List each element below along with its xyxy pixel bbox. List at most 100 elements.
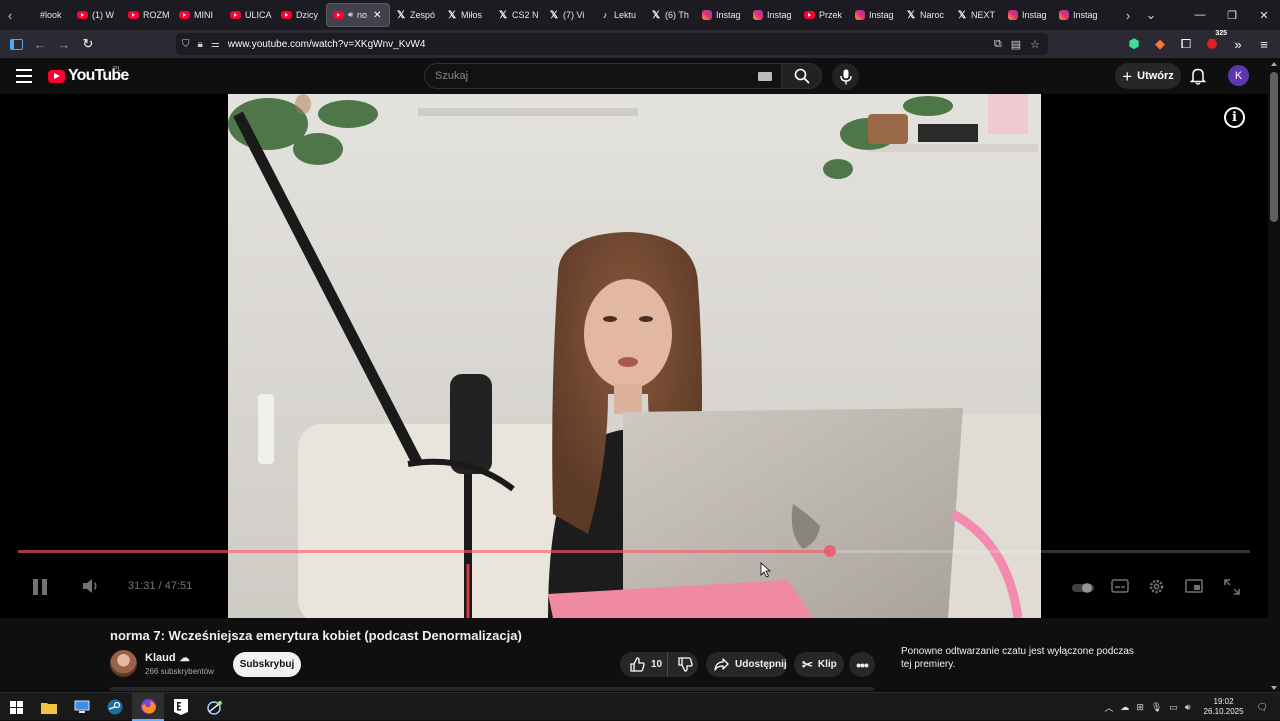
- fox-extension-icon[interactable]: ◆: [1150, 32, 1170, 56]
- browser-tab[interactable]: ROZM: [122, 3, 173, 27]
- channel-name[interactable]: Klaud: [145, 652, 176, 664]
- video-player[interactable]: i 31:31 / 47:51: [0, 94, 1268, 618]
- pause-icon[interactable]: [32, 578, 48, 601]
- vpn-extension-icon[interactable]: ⬢: [1124, 32, 1144, 56]
- share-button[interactable]: Udostępnij: [706, 652, 787, 677]
- scroll-up-arrow-icon[interactable]: [1271, 62, 1277, 66]
- create-button[interactable]: + Utwórz: [1115, 63, 1181, 89]
- browser-tab[interactable]: 𝕏 NEXT: [951, 3, 1002, 27]
- channel-avatar[interactable]: [110, 650, 137, 677]
- browser-tab[interactable]: Instag: [747, 3, 798, 27]
- reader-view-icon[interactable]: ▤: [1011, 38, 1021, 51]
- minimize-icon[interactable]: —: [1184, 0, 1216, 30]
- app-menu-icon[interactable]: ≡: [1254, 32, 1274, 56]
- voice-search-button[interactable]: [832, 63, 859, 90]
- close-tab-icon[interactable]: ✕: [373, 10, 381, 21]
- steam-icon[interactable]: [99, 693, 131, 721]
- browser-tab[interactable]: Instag: [849, 3, 900, 27]
- theater-mode-icon[interactable]: [1185, 579, 1203, 598]
- network-ethernet-icon[interactable]: ⊞: [1136, 702, 1144, 713]
- info-icon[interactable]: i: [1224, 107, 1245, 128]
- fullscreen-icon[interactable]: [1224, 579, 1240, 600]
- extensions-puzzle-icon[interactable]: ⧠: [1176, 32, 1196, 56]
- browser-tab[interactable]: Instag: [696, 3, 747, 27]
- browser-tab[interactable]: 𝕏 (6) Th: [645, 3, 696, 27]
- page-scrollbar[interactable]: [1268, 58, 1280, 692]
- browser-tab-label: Zespó: [410, 10, 436, 20]
- search-button[interactable]: [781, 63, 822, 89]
- scrubber-handle[interactable]: [823, 545, 836, 557]
- restore-icon[interactable]: ❐: [1216, 0, 1248, 30]
- subtitles-icon[interactable]: [1111, 579, 1129, 598]
- bookmark-star-icon[interactable]: ☆: [1030, 38, 1040, 51]
- autoplay-toggle[interactable]: [1072, 581, 1094, 599]
- browser-tab[interactable]: ♪ Lektu: [594, 3, 645, 27]
- browser-tab[interactable]: 𝕏 (7) Vi: [543, 3, 594, 27]
- back-icon[interactable]: ←: [28, 32, 52, 56]
- browser-tab[interactable]: #look: [20, 3, 71, 27]
- clock[interactable]: 19:02 26.10.2025: [1204, 697, 1244, 717]
- like-button[interactable]: 10: [620, 652, 668, 677]
- tab-scroll-left-icon[interactable]: ‹: [0, 0, 20, 30]
- browser-tab[interactable]: Instag: [1002, 3, 1053, 27]
- scrollbar-thumb[interactable]: [1270, 72, 1278, 222]
- sidebar-toggle-icon[interactable]: [4, 32, 28, 56]
- address-bar[interactable]: ⛉ 🔒︎ ⚌ www.youtube.com/watch?v=XKgWnv_Kv…: [176, 33, 1048, 55]
- browser-tab[interactable]: Instag: [1053, 3, 1104, 27]
- file-explorer-icon[interactable]: [33, 693, 65, 721]
- tray-overflow-chevron-icon[interactable]: ︿: [1104, 701, 1113, 714]
- tab-list: #look (1) W ROZM MINI ULICA Dzicy 🔊︎ no ✕ 𝕏 Zespó 𝕏…: [20, 0, 1118, 30]
- tab-audio-playing-icon[interactable]: 🔊︎: [348, 10, 353, 20]
- browser-tab[interactable]: MINI: [173, 3, 224, 27]
- notifications-bell-icon[interactable]: [1189, 67, 1207, 90]
- settings-gear-icon[interactable]: [1148, 578, 1165, 600]
- windows-start-icon[interactable]: [0, 693, 32, 721]
- browser-tab[interactable]: Przek: [798, 3, 849, 27]
- description-box-edge[interactable]: [110, 687, 874, 691]
- browser-tab[interactable]: 𝕏 Zespó: [390, 3, 441, 27]
- microphone-tray-icon[interactable]: 🎙︎: [1151, 702, 1162, 713]
- search-box[interactable]: [424, 63, 782, 89]
- reload-icon[interactable]: ↻: [76, 32, 100, 56]
- overflow-chevron-icon[interactable]: »: [1228, 32, 1248, 56]
- firefox-icon[interactable]: [132, 693, 164, 721]
- search-input[interactable]: [435, 70, 745, 82]
- remote-desktop-icon[interactable]: [66, 693, 98, 721]
- guide-menu-icon[interactable]: [16, 69, 32, 83]
- browser-tab[interactable]: (1) W: [71, 3, 122, 27]
- tab-list-dropdown-icon[interactable]: ⌄: [1138, 0, 1164, 30]
- permissions-icon[interactable]: ⚌: [211, 39, 220, 50]
- browser-tab[interactable]: ULICA: [224, 3, 275, 27]
- extension-badge-count: 325: [1214, 30, 1228, 37]
- notification-center-icon[interactable]: 🗨︎: [1257, 702, 1268, 713]
- browser-tab[interactable]: Dzicy: [275, 3, 326, 27]
- dislike-button[interactable]: [668, 657, 693, 672]
- browser-tab[interactable]: 𝕏 Naroc: [900, 3, 951, 27]
- scroll-down-arrow-icon[interactable]: [1271, 686, 1277, 690]
- clip-button[interactable]: ✂ Klip: [794, 652, 844, 677]
- progress-bar[interactable]: [18, 545, 1250, 557]
- volume-icon[interactable]: [82, 578, 100, 599]
- keyboard-icon[interactable]: [758, 72, 772, 81]
- picture-in-picture-icon[interactable]: ⧉: [994, 38, 1002, 51]
- account-avatar[interactable]: K: [1228, 65, 1249, 86]
- browser-tab[interactable]: 🔊︎ no ✕: [326, 3, 390, 27]
- close-window-icon[interactable]: ✕: [1248, 0, 1280, 30]
- browser-tab[interactable]: 𝕏 Miłos: [441, 3, 492, 27]
- lock-icon[interactable]: 🔒︎: [198, 39, 203, 50]
- browser-tab[interactable]: 𝕏 CS2 N: [492, 3, 543, 27]
- epic-games-icon[interactable]: [165, 693, 197, 721]
- speaker-icon[interactable]: 🔊︎: [1185, 702, 1191, 713]
- onedrive-cloud-icon[interactable]: ☁: [1120, 702, 1129, 713]
- adblock-extension-icon[interactable]: ⬣ 325: [1202, 30, 1228, 56]
- tab-scroll-right-icon[interactable]: ›: [1118, 0, 1138, 30]
- display-icon[interactable]: ▭: [1169, 702, 1178, 713]
- channel-name-row[interactable]: Klaud ☁: [145, 652, 190, 664]
- url-text[interactable]: www.youtube.com/watch?v=XKgWnv_KvW4: [228, 39, 426, 50]
- forward-icon[interactable]: →: [52, 32, 76, 56]
- network-tool-icon[interactable]: [198, 693, 230, 721]
- more-actions-button[interactable]: •••: [849, 652, 875, 677]
- tracking-shield-icon[interactable]: ⛉: [182, 39, 190, 50]
- subscribe-button[interactable]: Subskrybuj: [233, 652, 301, 677]
- video-frame[interactable]: [228, 94, 1041, 618]
